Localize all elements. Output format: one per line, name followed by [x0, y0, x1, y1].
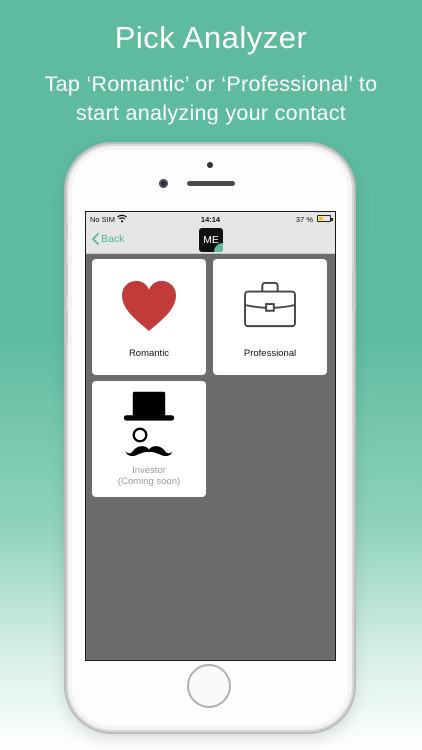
romantic-label: Romantic — [128, 348, 170, 359]
power-button — [352, 270, 355, 310]
promo-headline: Pick Analyzer — [114, 20, 308, 55]
top-hat-monocle-mustache-icon — [123, 391, 175, 457]
battery-fill — [319, 217, 323, 220]
battery-percent: 37 % — [295, 215, 313, 224]
chevron-left-icon — [92, 233, 99, 245]
mute-switch — [65, 222, 68, 240]
professional-label: Professional — [243, 348, 297, 359]
back-label: Back — [101, 233, 125, 245]
investor-coming-soon-label: (Coming soon) — [117, 476, 181, 487]
romantic-analyzer-tile[interactable]: Romantic — [92, 259, 206, 375]
briefcase-icon — [244, 281, 296, 328]
app-logo-text: ME — [203, 234, 219, 246]
investor-label: Investor — [132, 465, 166, 476]
investor-analyzer-tile: Investor (Coming soon) — [92, 381, 206, 497]
status-bar: No SIM 14:14 37 % — [86, 212, 335, 226]
app-logo: ME — [199, 228, 223, 252]
home-button[interactable] — [187, 664, 231, 708]
battery-icon — [317, 215, 333, 222]
back-button[interactable]: Back — [92, 233, 124, 245]
promo-subline: Tap ‘Romantic’ or ‘Professional’ to star… — [44, 72, 378, 125]
professional-analyzer-tile[interactable]: Professional — [213, 259, 327, 375]
heart-icon — [122, 280, 176, 332]
volume-down-button — [65, 308, 68, 344]
earpiece-speaker — [187, 181, 235, 186]
proximity-sensor — [207, 162, 213, 168]
front-camera-icon — [159, 179, 168, 188]
volume-up-button — [65, 262, 68, 298]
navigation-bar: Back ME — [86, 226, 335, 254]
phone-screen: No SIM 14:14 37 % Back ME Romantic Profe… — [85, 211, 336, 661]
